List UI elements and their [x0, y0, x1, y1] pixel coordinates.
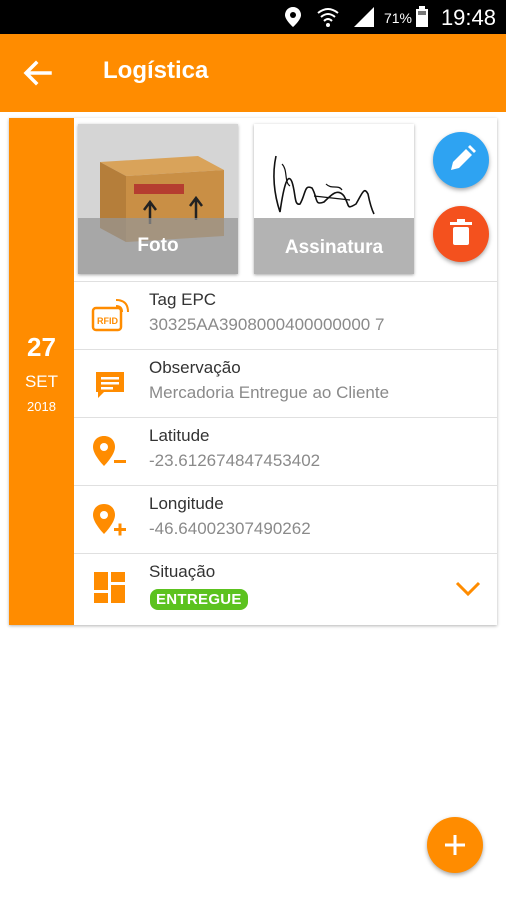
signal-icon	[354, 7, 374, 27]
battery-percent: 71%	[383, 10, 412, 26]
situacao-row: Situação ENTREGUE	[74, 553, 497, 621]
dashboard-icon	[94, 572, 125, 603]
latitude-value: -23.612674847453402	[149, 451, 321, 470]
date-month: SET	[24, 372, 59, 391]
location-minus-icon	[93, 436, 126, 466]
chevron-down-icon[interactable]	[453, 576, 483, 600]
observacao-label: Observação	[149, 358, 241, 377]
delivery-card: 27 SET 2018 Foto Assinatura RFID Tag EPC…	[9, 118, 497, 625]
add-button[interactable]	[427, 817, 483, 873]
photo-caption: Foto	[78, 218, 238, 274]
signature-caption: Assinatura	[254, 218, 414, 274]
latitude-row: Latitude -23.612674847453402	[74, 417, 497, 485]
battery-icon	[416, 6, 428, 27]
comment-icon	[96, 372, 124, 398]
longitude-label: Longitude	[149, 494, 224, 513]
pencil-icon	[451, 145, 476, 170]
signature-thumbnail[interactable]: Assinatura	[254, 124, 414, 274]
date-day: 27	[27, 332, 56, 362]
status-badge: ENTREGUE	[150, 589, 248, 610]
longitude-row: Longitude -46.64002307490262	[74, 485, 497, 553]
observacao-row: Observação Mercadoria Entregue ao Client…	[74, 349, 497, 417]
location-icon	[285, 7, 301, 27]
date-year: 2018	[27, 399, 56, 414]
edit-button[interactable]	[433, 132, 489, 188]
delete-button[interactable]	[433, 206, 489, 262]
tag-epc-label: Tag EPC	[149, 290, 217, 309]
situacao-label: Situação	[149, 562, 216, 581]
trash-icon	[450, 219, 472, 245]
tag-epc-row: RFID Tag EPC 30325AA3908000400000000 7	[74, 281, 497, 349]
latitude-label: Latitude	[149, 426, 210, 445]
photo-thumbnail[interactable]: Foto	[78, 124, 238, 274]
svg-text:RFID: RFID	[97, 316, 118, 326]
app-bar: Logística	[0, 34, 506, 112]
observacao-value: Mercadoria Entregue ao Cliente	[149, 383, 390, 402]
wifi-icon	[317, 8, 339, 27]
arrow-back-icon[interactable]	[18, 56, 58, 90]
date-bar: 27 SET 2018	[9, 118, 74, 625]
rfid-icon: RFID	[91, 299, 129, 332]
location-plus-icon	[93, 504, 126, 536]
status-bar: 71% 19:48	[0, 0, 506, 34]
page-title: Logística	[103, 57, 209, 84]
longitude-value: -46.64002307490262	[149, 519, 311, 538]
tag-epc-value: 30325AA3908000400000000 7	[149, 315, 385, 334]
status-time: 19:48	[440, 5, 496, 30]
plus-icon	[445, 835, 465, 855]
